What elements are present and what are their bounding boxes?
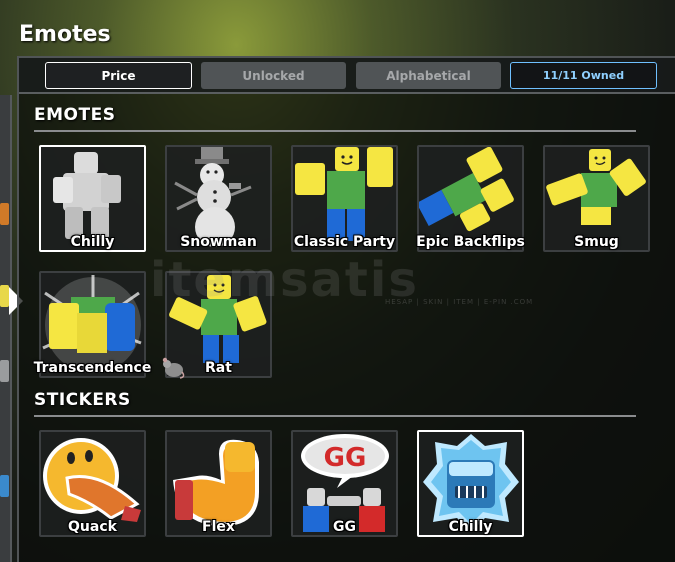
sticker-label-chilly: Chilly <box>448 519 493 535</box>
emotes-section-title: EMOTES <box>34 105 116 125</box>
sort-bar: Price Unlocked Alphabetical 11/11 Owned <box>19 58 675 94</box>
sort-price-button[interactable]: Price <box>45 62 192 89</box>
sticker-label-gg: GG <box>333 519 356 535</box>
emote-label-classic-party: Classic Party <box>293 234 396 250</box>
emote-card-smug[interactable]: Smug <box>543 145 650 252</box>
yellow-item-icon[interactable] <box>0 285 9 307</box>
sticker-label-quack: Quack <box>68 519 117 535</box>
sticker-card-chilly[interactable]: Chilly <box>417 430 524 537</box>
emote-card-epic-backflips[interactable]: Epic Backflips <box>416 145 525 252</box>
emotes-divider <box>34 130 636 132</box>
emote-label-smug: Smug <box>574 234 619 250</box>
sort-alphabetical-button[interactable]: Alphabetical <box>356 62 501 89</box>
left-rail <box>0 95 12 562</box>
emote-label-snowman: Snowman <box>180 234 257 250</box>
gg-bubble-text: GG <box>324 443 367 473</box>
stickers-divider <box>34 415 636 417</box>
emote-card-transcendence[interactable]: Transcendence <box>34 271 151 378</box>
emote-label-epic-backflips: Epic Backflips <box>416 234 525 250</box>
stickers-section-title: STICKERS <box>34 390 131 410</box>
sticker-label-flex: Flex <box>202 519 235 535</box>
blue-item-icon[interactable] <box>0 475 9 497</box>
gray-item-icon[interactable] <box>0 360 9 382</box>
emote-card-classic-party[interactable]: Classic Party <box>291 145 398 252</box>
emote-card-snowman[interactable]: Snowman <box>165 145 272 252</box>
sticker-card-flex[interactable]: Flex <box>165 430 272 537</box>
watermark-subtitle: HESAP | SKIN | ITEM | E-PIN .COM <box>385 298 534 306</box>
owned-count-button[interactable]: 11/11 Owned <box>510 62 657 89</box>
rat-icon <box>162 357 185 379</box>
emote-label-chilly: Chilly <box>70 234 115 250</box>
sort-unlocked-button[interactable]: Unlocked <box>201 62 346 89</box>
sticker-card-quack[interactable]: Quack <box>39 430 146 537</box>
orange-box-icon[interactable] <box>0 203 9 225</box>
emote-label-transcendence: Transcendence <box>33 360 152 376</box>
watermark-brand: itemsatis <box>150 252 419 308</box>
emotes-panel: Price Unlocked Alphabetical 11/11 Owned … <box>17 56 675 562</box>
emote-card-chilly[interactable]: Chilly <box>39 145 146 252</box>
window-title: Emotes <box>19 22 111 47</box>
sticker-card-gg[interactable]: GG GG <box>291 430 398 537</box>
